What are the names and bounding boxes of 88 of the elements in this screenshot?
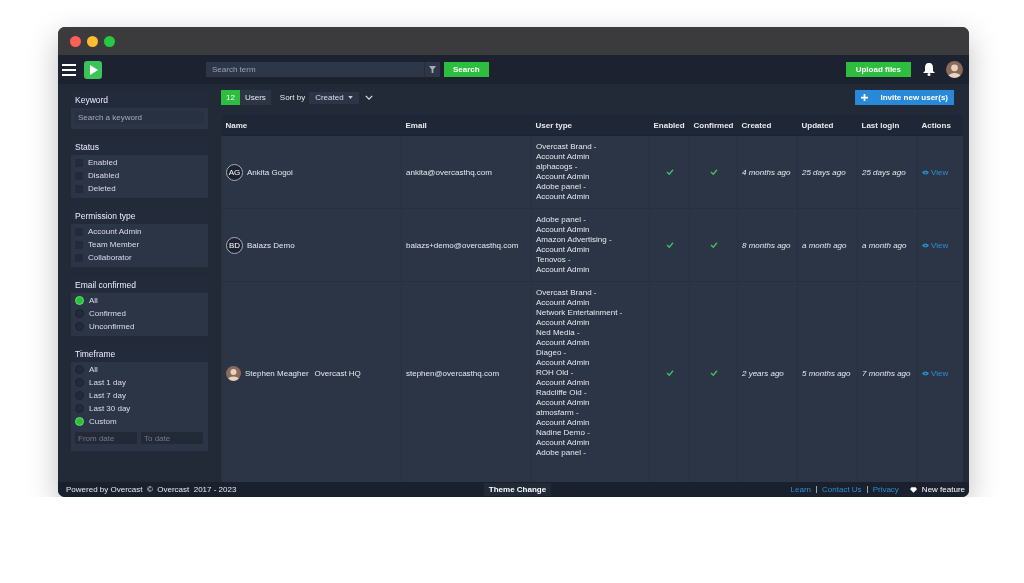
- filter-button[interactable]: [424, 62, 440, 77]
- plus-icon: [861, 94, 869, 101]
- avatar-icon: [226, 365, 241, 381]
- date-text: a month ago: [802, 240, 847, 250]
- keyword-field[interactable]: Search a keyword: [75, 111, 204, 124]
- date-text: 25 days ago: [862, 167, 906, 177]
- invite-button[interactable]: Invite new user(s): [855, 90, 954, 105]
- user-name: Balazs Demo: [247, 240, 295, 250]
- user-type-text: alphacogs - Account Admin: [536, 162, 591, 181]
- option-label: Confirmed: [89, 309, 126, 318]
- option-label: Custom: [89, 417, 117, 426]
- user-type-text: Tenovos - Account Admin: [536, 255, 591, 274]
- column-header[interactable]: User type: [535, 120, 572, 130]
- eye-icon: [922, 242, 929, 248]
- view-link[interactable]: View: [922, 368, 949, 378]
- user-type-text: Ned Media - Account Admin: [536, 328, 591, 347]
- search-field[interactable]: Search term: [206, 62, 424, 77]
- option-label: Collaborator: [88, 253, 132, 262]
- panel-title: Email confirmed: [71, 276, 208, 293]
- user-name: Stephen Meagher: [245, 368, 309, 378]
- user-name: Ankita Gogoi: [247, 167, 293, 177]
- option-label: Disabled: [88, 171, 120, 180]
- organization-label: Overcast HQ: [314, 368, 361, 378]
- user-type-text: Diageo - Account Admin: [536, 348, 591, 367]
- logo-icon: [84, 60, 102, 79]
- user-type-text: Amazon Advertising - Account Admin: [536, 235, 613, 254]
- date-text: a month ago: [862, 240, 907, 250]
- close-icon[interactable]: [70, 35, 81, 47]
- option-label: Deleted: [88, 184, 116, 193]
- sort-label: Sort by: [279, 93, 306, 102]
- option-label: Last 7 day: [89, 391, 126, 400]
- panel-title: Permission type: [71, 207, 208, 224]
- gem-icon: [909, 486, 917, 493]
- date-text: 7 months ago: [862, 368, 911, 378]
- view-link[interactable]: View: [922, 240, 949, 250]
- user-type-text: Nadine Demo - Account Admin: [536, 428, 591, 447]
- user-type-text: Adobe panel - Account Admin: [536, 215, 591, 234]
- option-label: All: [89, 296, 98, 305]
- user-type-text: ROH Old - Account Admin: [536, 368, 591, 387]
- avatar: BD: [226, 236, 243, 254]
- footer-link[interactable]: Privacy: [872, 485, 899, 494]
- footer-link[interactable]: Learn: [790, 485, 812, 494]
- filter-icon: [429, 66, 436, 73]
- option-label: Account Admin: [88, 227, 142, 236]
- chevron-icon[interactable]: [364, 95, 373, 100]
- user-type-text: Adobe panel -: [536, 448, 587, 458]
- bell-icon[interactable]: [923, 63, 935, 76]
- option-label: Enabled: [88, 158, 118, 167]
- email-text: ankita@overcasthq.com: [406, 167, 492, 177]
- menu-icon[interactable]: [62, 63, 76, 76]
- user-type-text: atmosfarm - Account Admin: [536, 408, 591, 427]
- copyright-text: Powered by Overcast © Overcast 2017 - 2023: [66, 485, 237, 494]
- view-link[interactable]: View: [922, 167, 949, 177]
- eye-icon: [922, 169, 929, 175]
- date-text: 4 months ago: [742, 167, 791, 177]
- panel-title: Keyword: [71, 91, 208, 108]
- user-type-text: Overcast Brand - Account Admin: [536, 288, 598, 307]
- panel-title: Timeframe: [71, 345, 208, 362]
- eye-icon: [922, 370, 929, 376]
- date-text: 2 years ago: [742, 368, 784, 378]
- date-text: 8 months ago: [742, 240, 791, 250]
- date-text: 25 days ago: [802, 167, 846, 177]
- theme-button[interactable]: Theme Change: [483, 483, 552, 496]
- new-features-link[interactable]: New feature: [921, 485, 969, 494]
- footer-link[interactable]: Contact Us: [822, 485, 862, 494]
- date-text: 5 months ago: [802, 368, 851, 378]
- column-header[interactable]: Email: [405, 120, 427, 130]
- date-field[interactable]: From date: [75, 432, 137, 444]
- user-type-text: Network Entertainment - Account Admin: [536, 308, 624, 327]
- panel-title: Status: [71, 138, 208, 155]
- option-label: Team Member: [88, 240, 140, 249]
- email-text: balazs+demo@overcasthq.com: [406, 240, 519, 250]
- email-text: stephen@overcasthq.com: [406, 368, 500, 378]
- option-label: Last 30 day: [89, 404, 131, 413]
- caret-icon: [347, 96, 353, 99]
- avatar: AG: [226, 163, 243, 181]
- avatar-icon[interactable]: [946, 61, 963, 78]
- count-label: Users: [239, 90, 271, 105]
- option-label: Last 1 day: [89, 378, 126, 387]
- column-header[interactable]: Name: [225, 120, 248, 130]
- sort-dropdown[interactable]: Created: [309, 91, 359, 104]
- minimize-icon[interactable]: [87, 35, 98, 47]
- user-type-text: Adobe panel - Account Admin: [536, 182, 591, 201]
- count-badge: 12: [221, 90, 240, 105]
- maximize-icon[interactable]: [104, 35, 115, 47]
- option-label: Unconfirmed: [89, 322, 135, 331]
- option-label: All: [89, 365, 98, 374]
- date-field[interactable]: To date: [141, 432, 203, 444]
